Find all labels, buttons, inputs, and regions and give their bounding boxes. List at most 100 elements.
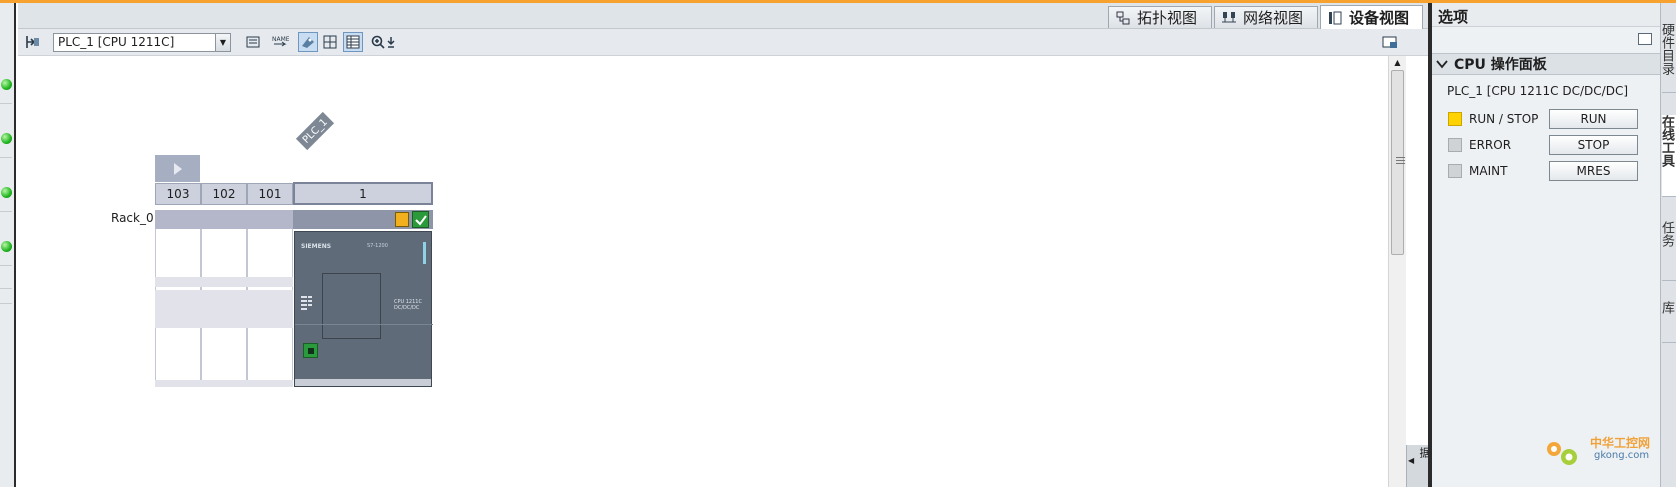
device-select-value: PLC_1 [CPU 1211C]: [58, 35, 175, 49]
cpu-io-pins: [301, 296, 307, 310]
rack-name: Rack_0: [111, 211, 154, 225]
cpu-module[interactable]: SIEMENS S7-1200 CPU 1211C DC/DC/DC: [294, 231, 433, 387]
show-io-tags-button[interactable]: [298, 32, 318, 52]
tag-view-icon: [302, 37, 314, 48]
tab-topology-view[interactable]: 拓扑视图: [1108, 6, 1212, 28]
tab-network-view[interactable]: 网络视图: [1214, 6, 1318, 28]
slot-number: 103: [166, 187, 190, 201]
scroll-up-arrow-icon[interactable]: ▲: [1391, 56, 1404, 69]
vtab-online-tools[interactable]: 在线工具: [1662, 115, 1676, 197]
ethernet-port-icon: [303, 343, 318, 358]
led-label: MAINT: [1469, 164, 1508, 178]
device-tree-icon: [26, 36, 39, 48]
slot-divider: [155, 380, 293, 387]
slot-number: 1: [359, 186, 367, 201]
panel-layout-button[interactable]: [1380, 32, 1400, 52]
grid-view-button[interactable]: [320, 32, 340, 52]
chevron-down-icon[interactable]: ▼: [215, 34, 230, 51]
led-row-error: ERROR STOP: [1432, 132, 1660, 158]
cpu-indicator-bar: [423, 242, 426, 264]
svg-text:NAME: NAME: [272, 36, 289, 43]
led-row-run-stop: RUN / STOP RUN: [1432, 106, 1660, 132]
canvas-vertical-scrollbar[interactable]: ▲: [1388, 56, 1406, 487]
slot-divider: [155, 277, 293, 287]
network-view-icon: [1221, 11, 1237, 25]
vtab-label: 硬件目录: [1662, 23, 1674, 75]
options-panel: 选项 CPU 操作面板 PLC_1 [CPU 1211C DC/DC/DC] R…: [1432, 3, 1660, 487]
show-module-labels-button[interactable]: [243, 32, 263, 52]
led-label: RUN / STOP: [1469, 112, 1539, 126]
show-names-button[interactable]: NAME: [270, 32, 290, 52]
maint-led-icon: [1448, 164, 1462, 178]
module-status-icon: [395, 212, 409, 227]
label-icon: [246, 36, 260, 48]
cpu-bottom-strip: [295, 379, 431, 386]
slot-number: 102: [212, 187, 236, 201]
slot-header-102[interactable]: 102: [201, 183, 247, 205]
device-view-icon: [1327, 11, 1343, 25]
check-ok-icon: [412, 211, 429, 228]
watermark-logo: 中华工控网 gkong.com: [1542, 431, 1660, 475]
slot-header-1[interactable]: 1: [293, 182, 433, 205]
vtab-libraries[interactable]: 库: [1662, 301, 1676, 343]
cpu-operator-panel-header[interactable]: CPU 操作面板: [1432, 53, 1660, 75]
cpu-name-label: PLC_1 [CPU 1211C DC/DC/DC]: [1447, 84, 1629, 98]
cpu-type-label: CPU 1211C DC/DC/DC: [394, 299, 422, 311]
watermark-text: 中华工控网: [1590, 436, 1651, 450]
device-select-dropdown[interactable]: PLC_1 [CPU 1211C] ▼: [53, 33, 231, 52]
status-ok-icon: [1, 79, 12, 90]
vtab-label: 任务: [1662, 221, 1674, 247]
cpu-model-text: S7-1200: [367, 243, 388, 249]
run-button[interactable]: RUN: [1549, 109, 1638, 129]
slot-divider: [155, 290, 293, 328]
left-status-strip: [0, 3, 16, 487]
tab-label: 网络视图: [1243, 9, 1304, 27]
device-view-toolbar: PLC_1 [CPU 1211C] ▼ NAME: [18, 29, 1428, 56]
status-ok-icon: [1, 133, 12, 144]
window-layout-icon: [1382, 36, 1397, 48]
topology-view-icon: [1115, 11, 1131, 25]
cpu-display-area: [322, 273, 381, 339]
tab-label: 设备视图: [1349, 9, 1410, 27]
vtab-hardware-catalog[interactable]: 硬件目录: [1662, 23, 1676, 93]
expand-rack-button[interactable]: [155, 155, 200, 182]
overview-toggle-button[interactable]: [343, 32, 363, 52]
run-stop-led-icon: [1448, 112, 1462, 126]
cpu-brand-label: SIEMENS: [301, 243, 332, 250]
slot-header-103[interactable]: 103: [155, 183, 201, 205]
slot-header-101[interactable]: 101: [247, 183, 293, 205]
view-tab-row: 拓扑视图 网络视图 设备视图: [18, 3, 1428, 29]
gear-icon: [1547, 442, 1577, 465]
led-row-maint: MAINT MRES: [1432, 158, 1660, 184]
collapse-arrow-icon[interactable]: ◀: [1408, 456, 1414, 465]
chevron-down-icon: [1436, 60, 1448, 69]
grid-icon: [323, 35, 337, 49]
download-arrow-icon: [387, 37, 395, 48]
task-card-tabs: 硬件目录 在线工具 任务 库: [1660, 3, 1676, 487]
led-label: ERROR: [1469, 138, 1512, 152]
tab-label: 拓扑视图: [1137, 9, 1198, 27]
scrollbar-thumb[interactable]: [1391, 70, 1405, 255]
device-data-side-tab[interactable]: 设备数据 ◀: [1406, 445, 1447, 487]
watermark-url: gkong.com: [1594, 450, 1650, 461]
panel-layout-icon[interactable]: [1638, 33, 1652, 45]
vtab-label: 库: [1662, 301, 1674, 314]
vtab-label: 在线工具: [1662, 115, 1674, 167]
stop-button[interactable]: STOP: [1549, 135, 1638, 155]
table-icon: [346, 35, 360, 49]
slot-number: 101: [258, 187, 282, 201]
tab-device-view[interactable]: 设备视图: [1320, 5, 1423, 29]
cpu-terminal-strip: [295, 324, 433, 325]
zoom-dropdown-button[interactable]: [384, 32, 398, 52]
button-label: MRES: [1576, 164, 1611, 178]
error-led-icon: [1448, 138, 1462, 152]
section-title: CPU 操作面板: [1454, 57, 1547, 73]
status-ok-icon: [1, 187, 12, 198]
cpu-io-pins: [308, 296, 312, 306]
rack-rail: [155, 210, 293, 229]
options-panel-subheader: [1432, 27, 1660, 53]
vtab-tasks[interactable]: 任务: [1662, 221, 1676, 281]
mres-button[interactable]: MRES: [1549, 161, 1638, 181]
play-arrow-icon: [173, 162, 182, 175]
device-properties-button[interactable]: [22, 32, 42, 52]
